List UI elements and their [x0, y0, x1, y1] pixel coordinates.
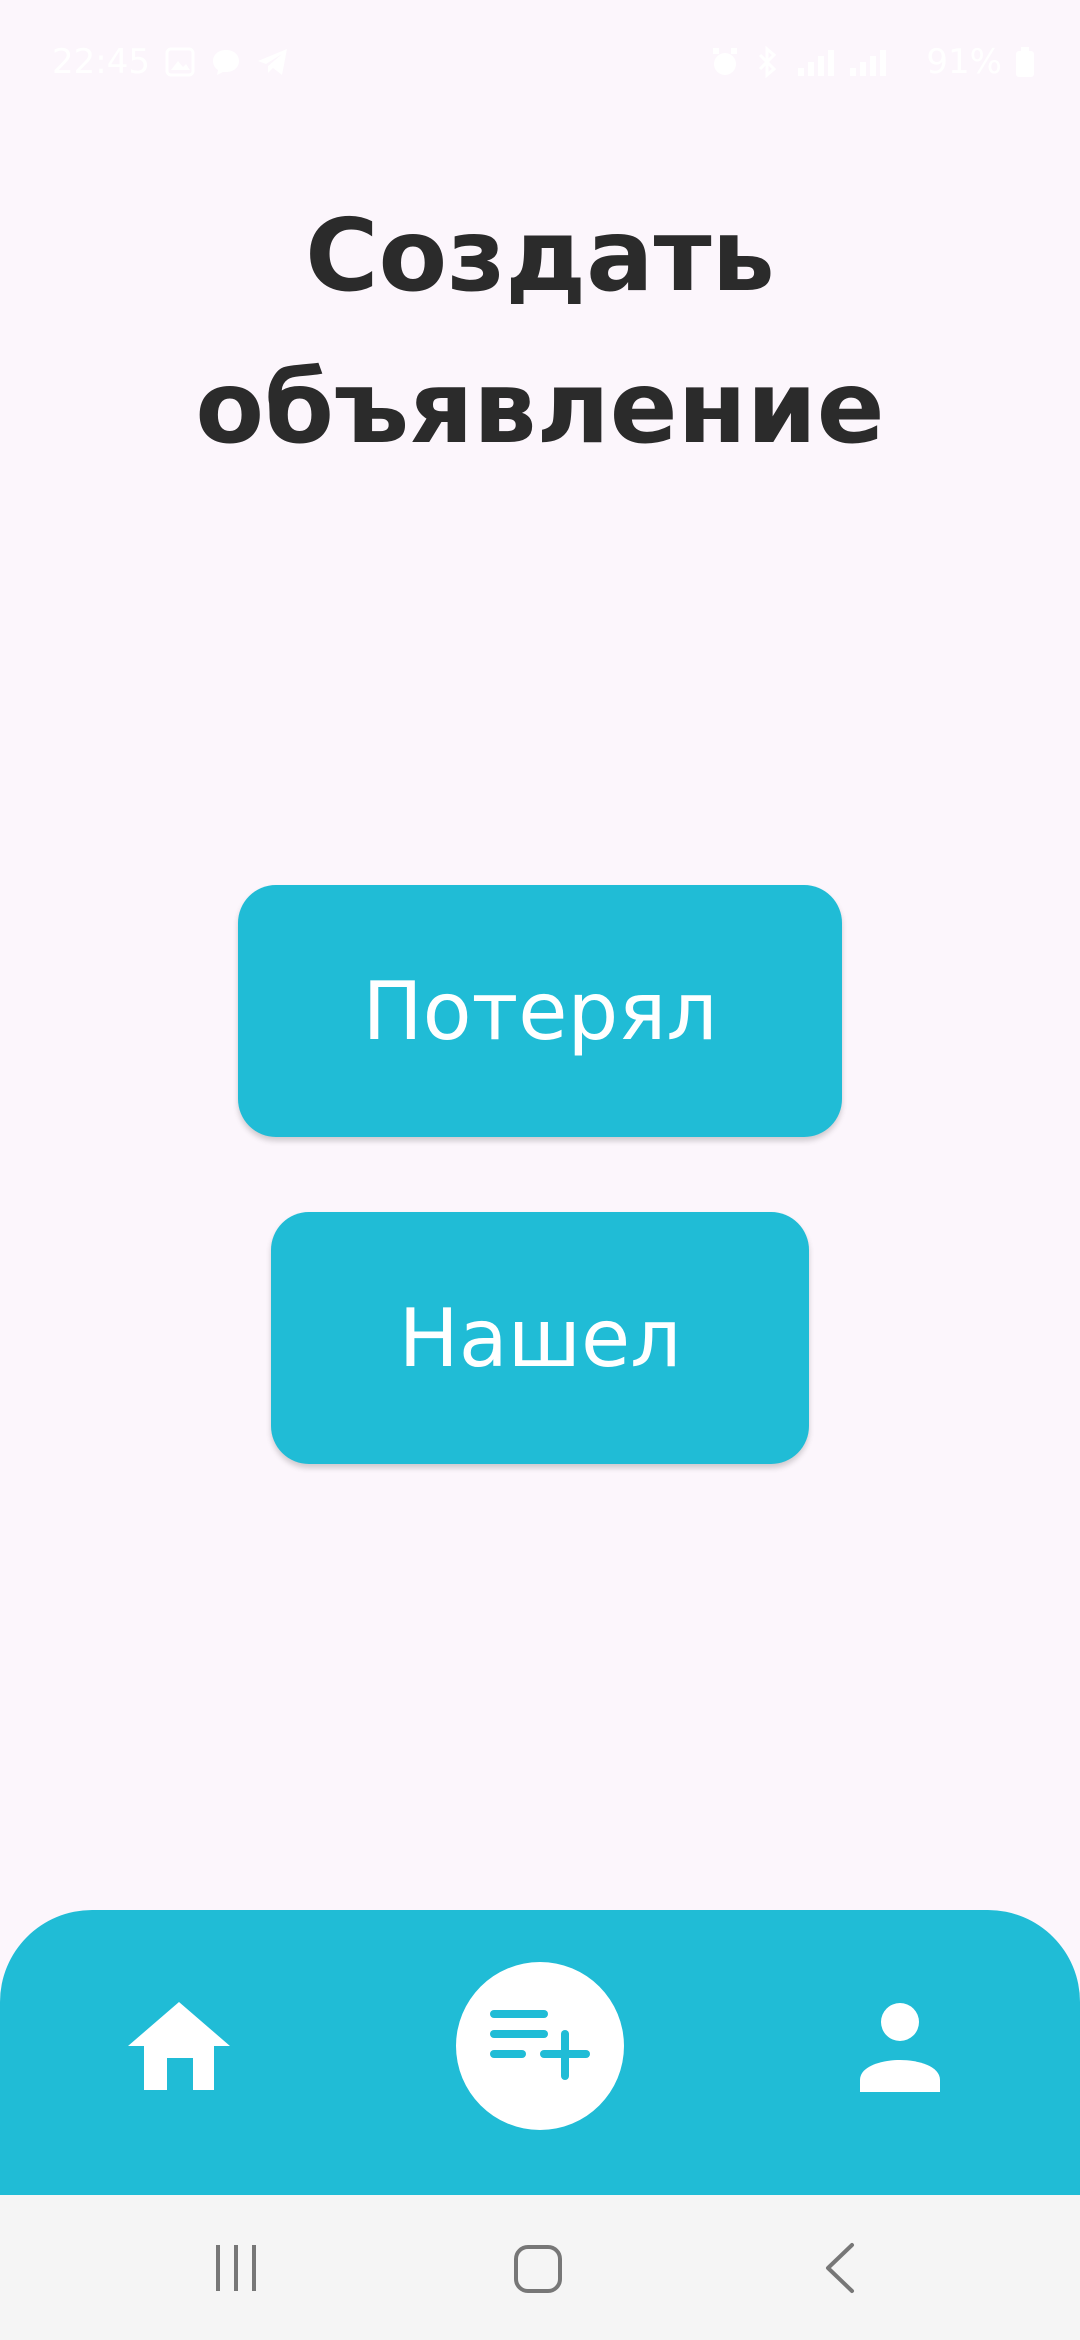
back-icon: [822, 2243, 858, 2299]
status-time: 22:45: [52, 42, 150, 82]
message-notification-icon: [210, 46, 242, 78]
found-button[interactable]: Нашел: [271, 1212, 809, 1464]
battery-percent: 91%: [926, 42, 1002, 82]
lost-button[interactable]: Потерял: [238, 885, 842, 1137]
system-nav-bar: [0, 2195, 1080, 2340]
page-title-line-1: Создать: [305, 197, 775, 314]
bluetooth-icon: [752, 46, 782, 78]
status-bar: 22:45 91%: [0, 0, 1080, 130]
nav-home-button[interactable]: [126, 2000, 232, 2092]
home-icon: [126, 2002, 232, 2096]
page-title-line-2: объявление: [195, 349, 885, 466]
profile-icon: [858, 2003, 942, 2096]
page-title: Создать объявление: [0, 180, 1080, 484]
nav-profile-button[interactable]: [858, 2002, 942, 2092]
recent-apps-icon: [212, 2245, 260, 2297]
back-button[interactable]: [822, 2241, 858, 2299]
telegram-notification-icon: [256, 46, 290, 78]
system-home-button[interactable]: [512, 2243, 564, 2299]
bottom-nav: [0, 1910, 1080, 2195]
recent-apps-button[interactable]: [212, 2243, 260, 2297]
nav-create-listing-button[interactable]: [456, 1962, 624, 2130]
battery-icon: [1014, 46, 1036, 78]
gallery-notification-icon: [164, 46, 196, 78]
home-button-icon: [512, 2245, 564, 2299]
create-listing-icon: [488, 2006, 592, 2086]
status-left: 22:45: [52, 42, 290, 82]
signal-icon: [794, 46, 914, 78]
status-right: 91%: [710, 42, 1036, 82]
alarm-icon: [710, 46, 740, 78]
